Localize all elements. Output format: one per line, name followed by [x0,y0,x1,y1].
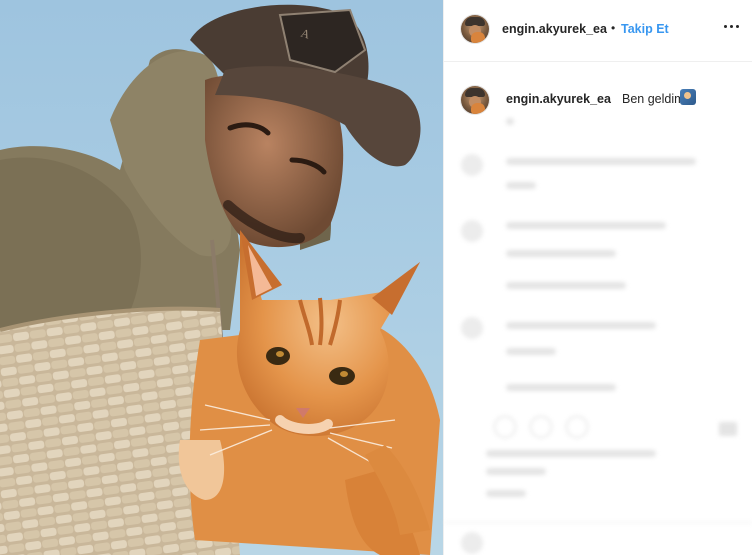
caption-author-avatar[interactable] [461,86,489,114]
post-header: engin.akyurek_ea • Takip Et [444,0,752,62]
author-username[interactable]: engin.akyurek_ea [502,22,607,36]
author-avatar[interactable] [461,15,489,43]
person-in-frame-emoji-icon [680,89,696,105]
caption-username[interactable]: engin.akyurek_ea [506,92,611,106]
follow-button[interactable]: Takip Et [621,22,669,36]
more-options-icon[interactable] [721,18,741,34]
post-sidebar: engin.akyurek_ea • Takip Et engin.akyure… [443,0,752,555]
blurred-comments-area [444,112,752,555]
caption-text: Ben geldim [622,92,685,106]
post-photo[interactable]: ᴬ [0,0,443,555]
separator-dot: • [611,21,616,35]
photo-illustration: ᴬ [0,4,440,555]
